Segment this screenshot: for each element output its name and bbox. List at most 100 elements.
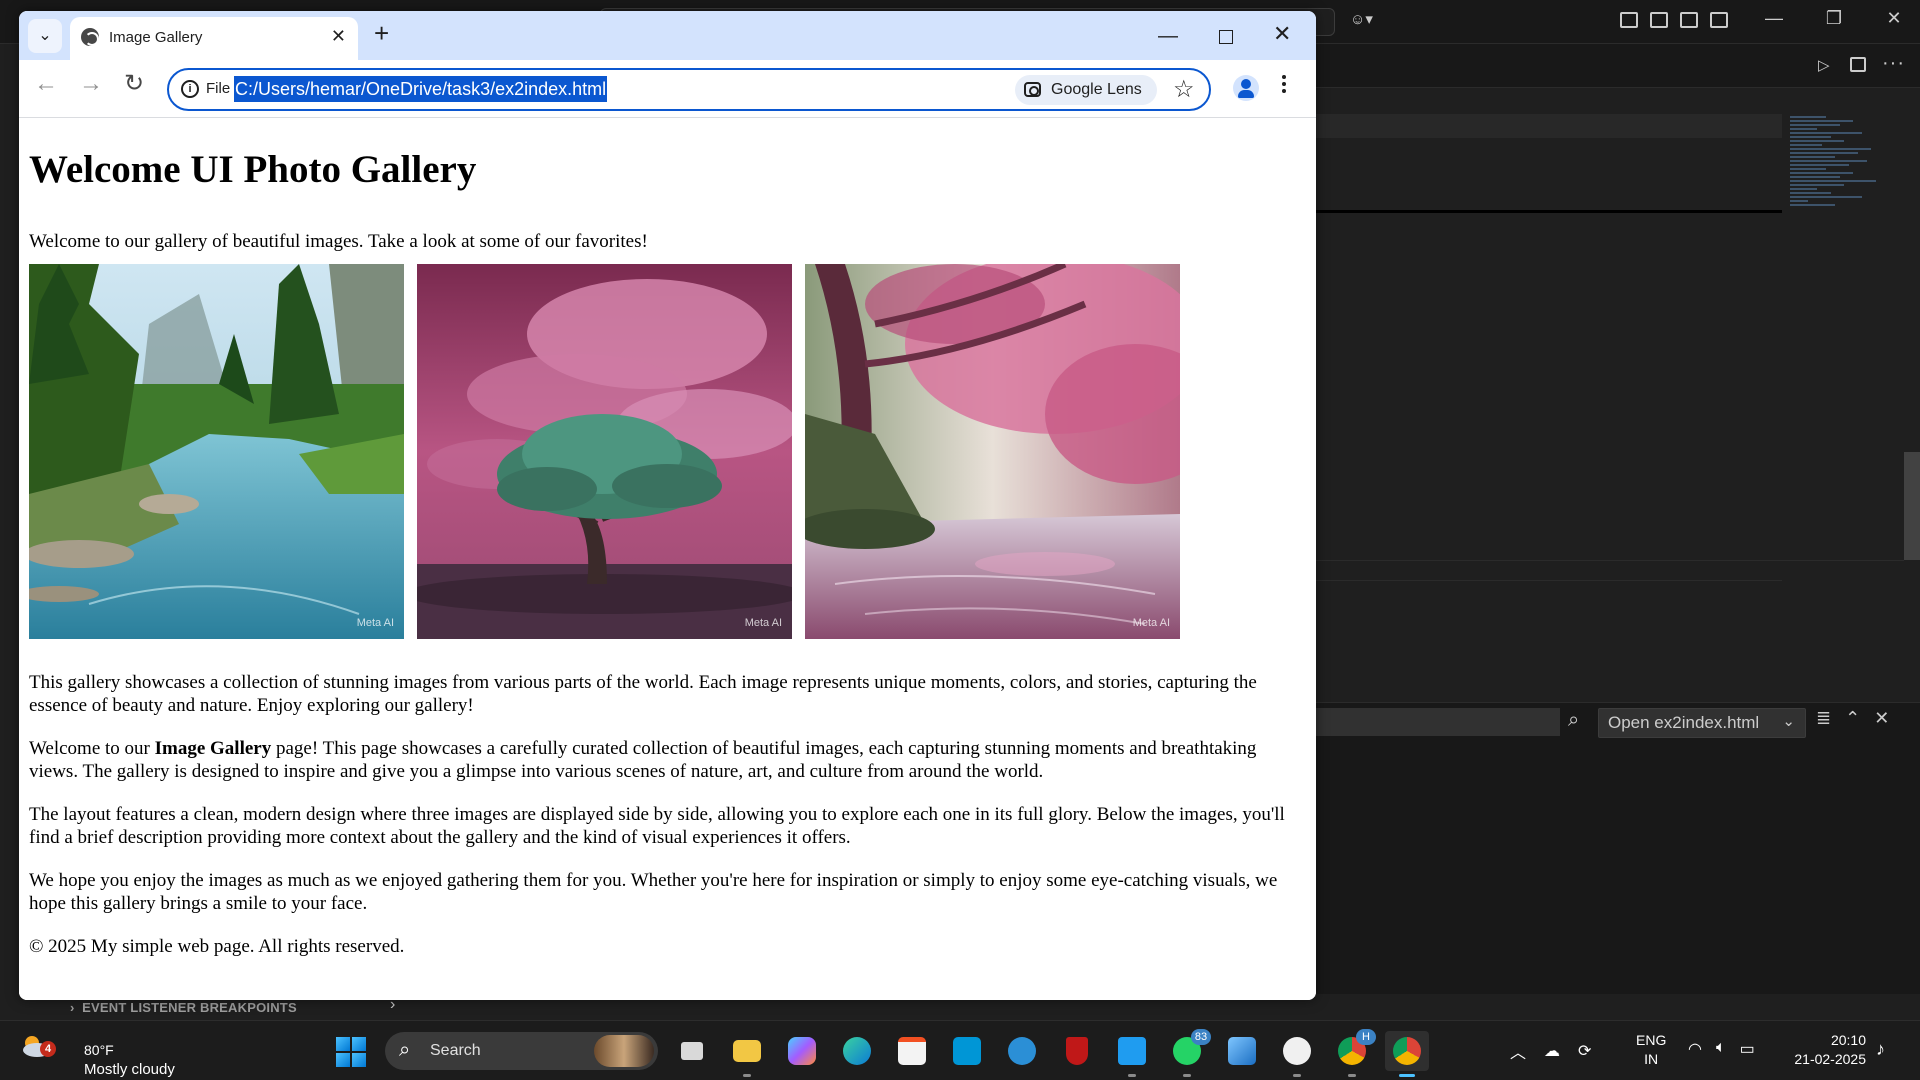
welcome-paragraph-start: Welcome to our bbox=[29, 738, 155, 759]
debug-section-event-listener-breakpoints[interactable]: › EVENT LISTENER BREAKPOINTS bbox=[70, 1000, 297, 1015]
chrome-icon[interactable] bbox=[1385, 1031, 1429, 1077]
vscode-icon[interactable] bbox=[1110, 1031, 1154, 1077]
forward-arrow-icon[interactable]: → bbox=[79, 72, 103, 96]
globe-icon bbox=[81, 28, 99, 46]
close-icon[interactable]: ✕ bbox=[331, 26, 346, 47]
new-tab-button[interactable]: + bbox=[374, 20, 389, 46]
panel-filter-input[interactable] bbox=[1316, 708, 1560, 736]
taskbar-apps: 83 H bbox=[670, 1029, 1429, 1077]
file-explorer-icon[interactable] bbox=[725, 1031, 769, 1077]
clock[interactable]: 20:10 21-02-2025 bbox=[1786, 1031, 1866, 1069]
wifi-icon: ◠ bbox=[1688, 1041, 1702, 1058]
windows-taskbar: 4 80°F Mostly cloudy ⌕ Search 83 H ︿ ☁ ⟳… bbox=[0, 1020, 1920, 1080]
photos-icon[interactable] bbox=[1220, 1031, 1264, 1071]
weather-temp: 80°F bbox=[84, 1042, 114, 1058]
info-icon[interactable]: i bbox=[181, 80, 199, 98]
microsoft-store-icon[interactable] bbox=[890, 1031, 934, 1071]
minimize-icon[interactable]: — bbox=[1158, 25, 1178, 48]
system-tray: ︿ ☁ ⟳ bbox=[1510, 1039, 1591, 1063]
sync-icon[interactable]: ⟳ bbox=[1578, 1041, 1591, 1061]
language-indicator[interactable]: ENG IN bbox=[1636, 1031, 1666, 1069]
tab-title: Image Gallery bbox=[109, 29, 203, 46]
help-icon[interactable] bbox=[1000, 1031, 1044, 1071]
welcome-paragraph-bold: Image Gallery bbox=[154, 738, 272, 759]
vscode-minimize-icon[interactable]: — bbox=[1744, 8, 1804, 29]
battery-icon: ▭ bbox=[1739, 1041, 1755, 1058]
tab-strip: ⌄ Image Gallery ✕ + — ✕ bbox=[19, 11, 1316, 60]
volume-icon: 🔈︎ bbox=[1715, 1039, 1726, 1056]
vscode-close-icon[interactable]: ✕ bbox=[1864, 8, 1920, 29]
image-watermark: Meta AI bbox=[744, 617, 782, 629]
taskbar-search[interactable]: ⌕ Search bbox=[385, 1032, 658, 1070]
gallery-description: This gallery showcases a collection of s… bbox=[29, 672, 1257, 716]
search-icon[interactable]: ⌕ bbox=[1568, 709, 1579, 732]
chrome-profile-badge: H bbox=[1356, 1029, 1376, 1045]
search-icon: ⌕ bbox=[399, 1039, 411, 1061]
search-highlight-image bbox=[594, 1035, 654, 1067]
edge-icon[interactable] bbox=[835, 1031, 879, 1071]
debug-section-label: EVENT LISTENER BREAKPOINTS bbox=[82, 1000, 297, 1015]
customize-layout-icon[interactable] bbox=[1620, 12, 1638, 28]
clock-date: 21-02-2025 bbox=[1794, 1051, 1866, 1067]
chevron-up-icon[interactable]: ︿ bbox=[1510, 1039, 1526, 1063]
task-view-icon[interactable] bbox=[670, 1031, 714, 1071]
menu-dots-icon[interactable] bbox=[1282, 72, 1288, 96]
tab-search-button[interactable]: ⌄ bbox=[28, 19, 62, 53]
copilot-icon[interactable]: ☺▾ bbox=[1350, 10, 1390, 32]
google-lens-button[interactable]: Google Lens bbox=[1015, 75, 1157, 105]
vscode-restore-icon[interactable]: ❐ bbox=[1804, 8, 1864, 29]
bookmark-star-icon[interactable]: ☆ bbox=[1173, 75, 1195, 104]
toggle-secondary-sidebar-icon[interactable] bbox=[1710, 12, 1728, 28]
copilot-app-icon[interactable] bbox=[780, 1031, 824, 1071]
editor-scrollbar[interactable] bbox=[1904, 452, 1920, 560]
reload-icon[interactable]: ↻ bbox=[124, 72, 144, 96]
chevron-up-icon[interactable]: ⌃ bbox=[1845, 708, 1860, 729]
myhp-icon[interactable] bbox=[945, 1031, 989, 1071]
mcafee-icon[interactable] bbox=[1055, 1031, 1099, 1071]
window-close-icon[interactable]: ✕ bbox=[1273, 21, 1291, 47]
image-watermark: Meta AI bbox=[356, 617, 394, 629]
lens-icon bbox=[1024, 82, 1041, 97]
closing-paragraph: We hope you enjoy the images as much as … bbox=[29, 870, 1278, 914]
quick-settings[interactable]: ◠ 🔈︎ ▭ bbox=[1688, 1039, 1755, 1059]
run-icon[interactable]: ▷ bbox=[1818, 56, 1830, 74]
notification-bell-icon[interactable]: ♪ bbox=[1876, 1039, 1885, 1060]
scheme-label: File bbox=[206, 80, 231, 97]
chevron-right-icon: › bbox=[70, 1000, 75, 1015]
toggle-panel-icon[interactable] bbox=[1680, 12, 1698, 28]
panel-actions: ≣ ⌃ ✕ bbox=[1816, 708, 1889, 729]
welcome-paragraph: Welcome to our Image Gallery page! This … bbox=[29, 737, 1309, 783]
chrome-window: ⌄ Image Gallery ✕ + — ✕ ← → ↻ i File C:/… bbox=[19, 11, 1316, 1000]
onedrive-cloud-icon[interactable]: ☁ bbox=[1544, 1041, 1560, 1061]
image-watermark: Meta AI bbox=[1132, 617, 1170, 629]
maximize-icon[interactable] bbox=[1219, 30, 1233, 44]
layout-paragraph: The layout features a clean, modern desi… bbox=[29, 804, 1285, 848]
back-arrow-icon[interactable]: ← bbox=[34, 72, 58, 96]
editor-separator bbox=[1316, 560, 1904, 561]
toggle-sidebar-icon[interactable] bbox=[1650, 12, 1668, 28]
close-panel-icon[interactable]: ✕ bbox=[1874, 708, 1889, 729]
output-channel-label: Open ex2index.html bbox=[1608, 713, 1760, 732]
split-editor-icon[interactable] bbox=[1850, 57, 1866, 72]
address-bar[interactable]: i File C:/Users/hemar/OneDrive/task3/ex2… bbox=[167, 68, 1211, 111]
chevron-down-icon: ⌄ bbox=[1782, 713, 1795, 730]
whatsapp-icon[interactable]: 83 bbox=[1165, 1029, 1211, 1077]
editor-minimap[interactable] bbox=[1790, 114, 1880, 264]
image-gallery: Meta AI Meta AI Meta AI bbox=[29, 264, 1180, 639]
language-region: IN bbox=[1644, 1051, 1659, 1067]
output-channel-select[interactable]: Open ex2index.html ⌄ bbox=[1598, 708, 1806, 738]
more-actions-icon[interactable]: ··· bbox=[1882, 52, 1905, 75]
page-title: Welcome UI Photo Gallery bbox=[29, 148, 477, 191]
profile-avatar-icon[interactable] bbox=[1233, 75, 1259, 101]
gallery-image-forest-river: Meta AI bbox=[29, 264, 404, 639]
web-page: Welcome UI Photo Gallery Welcome to our … bbox=[19, 119, 1316, 1000]
chrome-profile-icon[interactable]: H bbox=[1330, 1029, 1376, 1077]
tab-image-gallery[interactable]: Image Gallery ✕ bbox=[70, 17, 358, 60]
github-icon[interactable] bbox=[1275, 1031, 1319, 1077]
taskbar-search-label: Search bbox=[430, 1042, 481, 1059]
word-wrap-icon[interactable]: ≣ bbox=[1816, 708, 1831, 729]
weather-alert-badge: 4 bbox=[40, 1041, 56, 1057]
start-icon[interactable] bbox=[336, 1037, 366, 1067]
url-text[interactable]: C:/Users/hemar/OneDrive/task3/ex2index.h… bbox=[234, 76, 608, 102]
weather-desc: Mostly cloudy bbox=[84, 1061, 175, 1078]
